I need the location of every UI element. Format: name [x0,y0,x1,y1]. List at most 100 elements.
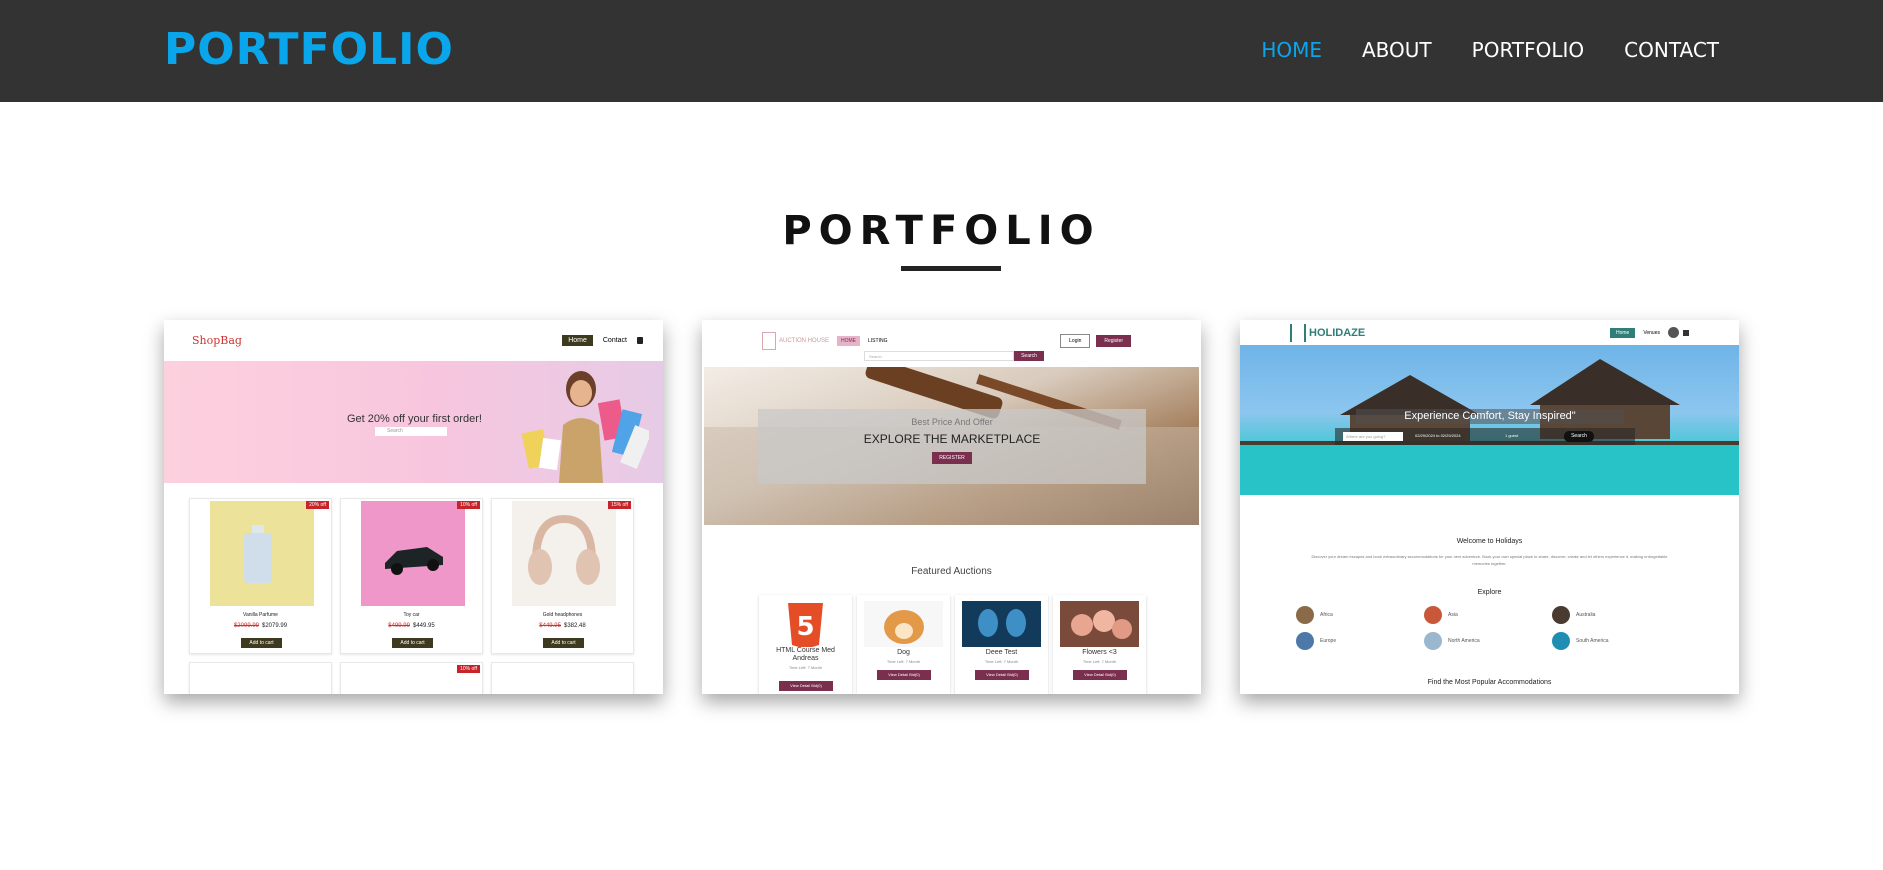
building-logo-icon [1290,323,1306,342]
portfolio-card-holidaze[interactable]: HOLIDAZE Home Venues Experience Comfort,… [1240,320,1739,694]
region-thumbnail [1296,606,1314,624]
nav-home[interactable]: HOME [1261,38,1322,62]
nav-contact[interactable]: CONTACT [1624,38,1719,62]
holidaze-popular-heading: Find the Most Popular Accommodations [1427,679,1552,686]
auction-item-name: Dog [897,649,910,656]
top-navbar: PORTFOLIO HOME ABOUT PORTFOLIO CONTACT [0,0,1883,102]
date-range-field: 02/29/2024 to 02/29/2024 [1415,433,1461,438]
auction-login-button: Login [1060,333,1091,348]
product-price: $2099.99 $2079.99 [233,623,288,629]
holidaze-search-button: Search [1564,431,1594,442]
discount-badge: 15% off [608,501,631,509]
headphones-image [512,501,616,606]
auction-item-name: HTML Course Med Andreas [776,647,835,662]
region-item: Australia [1552,605,1680,625]
brand-logo[interactable]: PORTFOLIO [164,24,454,75]
shopbag-nav-home: Home [562,335,593,346]
region-item: South America [1552,631,1680,651]
nav-portfolio[interactable]: PORTFOLIO [1472,38,1585,62]
auction-item-time: Time Left: 7 Month [984,659,1019,664]
auction-hero-overlay: Best Price And Offer EXPLORE THE MARKETP… [758,409,1146,484]
auction-item-time: Time Left: 7 Month [788,665,823,670]
add-to-cart-button[interactable]: Add to cart [241,638,282,648]
shopbag-nav-contact: Contact [602,337,627,344]
nav-about[interactable]: ABOUT [1362,38,1432,62]
gavel-logo-icon [762,331,776,350]
guest-field: 1 guest [1505,433,1519,438]
destination-input: Where are you going? [1343,432,1403,441]
auction-item-card[interactable]: Flowers <3 Time Left: 7 Month View Detai… [1053,595,1146,694]
auction-logo: AUCTION HOUSE [762,331,829,350]
region-thumbnail [1424,632,1442,650]
holidaze-nav-home: Home [1609,327,1636,338]
product-price: $449.95 $382.48 [539,623,586,629]
add-to-cart-button[interactable]: Add to cart [543,638,584,648]
region-item: Europe [1296,631,1424,651]
holidaze-nav-venues: Venues [1643,329,1660,336]
region-thumbnail [1424,606,1442,624]
shopbag-search-input: Search [375,427,447,436]
product-image [512,665,616,694]
pigs-image [1060,601,1139,647]
view-detail-button[interactable]: View Detail Bid(0) [779,681,833,691]
auction-register-button: Register [1096,334,1131,347]
view-detail-button[interactable]: View Detail Bid(0) [975,670,1029,680]
region-list: Africa Asia Australia Europe North Ameri… [1296,605,1680,651]
svg-text:5: 5 [796,612,814,642]
holidaze-explore-heading: Explore [1477,589,1502,596]
auction-search-button: Search [1014,351,1044,361]
discount-badge: 10% off [457,501,480,509]
holidaze-navbar: HOLIDAZE Home Venues [1240,320,1739,345]
region-thumbnail [1296,632,1314,650]
auction-hero-title: EXPLORE THE MARKETPLACE [863,432,1041,446]
html5-logo-image: 5 [766,601,845,647]
bag-icon [637,337,643,344]
auction-hero-subtitle: Best Price And Offer [911,417,993,427]
region-thumbnail [1552,632,1570,650]
view-detail-button[interactable]: View Detail Bid(0) [877,670,931,680]
dog-image [864,601,943,647]
title-divider [901,266,1001,271]
product-image [210,665,314,694]
shopbag-logo: ShopBag [192,334,242,347]
toy-car-image [361,501,465,606]
auction-item-time: Time Left: 7 Month [1082,659,1117,664]
auction-grid: 5 HTML Course Med Andreas Time Left: 7 M… [759,595,1146,694]
region-item: Africa [1296,605,1424,625]
holidaze-description: Discover your dream escapes and book ext… [1311,554,1668,566]
product-card[interactable]: 20% off Vanilla Parfume $2099.99 $2079.99… [189,498,332,654]
product-price: $499.99 $449.95 [388,623,435,629]
section-title: PORTFOLIO [782,208,1101,254]
auction-item-card[interactable]: 5 HTML Course Med Andreas Time Left: 7 M… [759,595,852,694]
product-card[interactable]: 15% off Gold headphones $449.95 $382.48 A… [491,498,634,654]
portfolio-card-shopbag[interactable]: ShopBag Home Contact Get 20% off your fi… [164,320,663,694]
shopping-woman-image [521,371,649,483]
portfolio-card-auction[interactable]: AUCTION HOUSE HOME LISTING Login Registe… [702,320,1201,694]
region-item: North America [1424,631,1552,651]
view-detail-button[interactable]: View Detail Bid(0) [1073,670,1127,680]
add-to-cart-button[interactable]: Add to cart [392,638,433,648]
shopbag-promo: Get 20% off your first order! [347,413,482,425]
product-name: Toy car [403,612,420,618]
avatar [1668,327,1679,338]
product-name: Gold headphones [542,612,583,618]
discount-badge: 20% off [306,501,329,509]
product-card[interactable] [491,662,634,694]
holidaze-tagline: Experience Comfort, Stay Inspired" [1356,409,1624,424]
product-card[interactable] [189,662,332,694]
auction-item-card[interactable]: Dog Time Left: 7 Month View Detail Bid(0… [857,595,950,694]
auction-item-card[interactable]: Deee Test Time Left: 7 Month View Detail… [955,595,1048,694]
region-thumbnail [1552,606,1570,624]
holidaze-hero: Experience Comfort, Stay Inspired" Where… [1240,345,1739,495]
featured-auctions-heading: Featured Auctions [911,566,992,577]
holidaze-logo: HOLIDAZE [1290,323,1365,342]
auction-item-name: Flowers <3 [1082,649,1117,656]
auction-item-name: Deee Test [985,649,1018,656]
product-card[interactable]: 10% off [340,662,483,694]
product-name: Vanilla Parfume [243,612,278,618]
auction-hero: Best Price And Offer EXPLORE THE MARKETP… [704,367,1199,525]
perfume-image [210,501,314,606]
auction-search-input: Search [864,351,1014,361]
product-card[interactable]: 10% off Toy car $499.99 $449.95 Add to ca… [340,498,483,654]
main-nav: HOME ABOUT PORTFOLIO CONTACT [1261,38,1719,62]
